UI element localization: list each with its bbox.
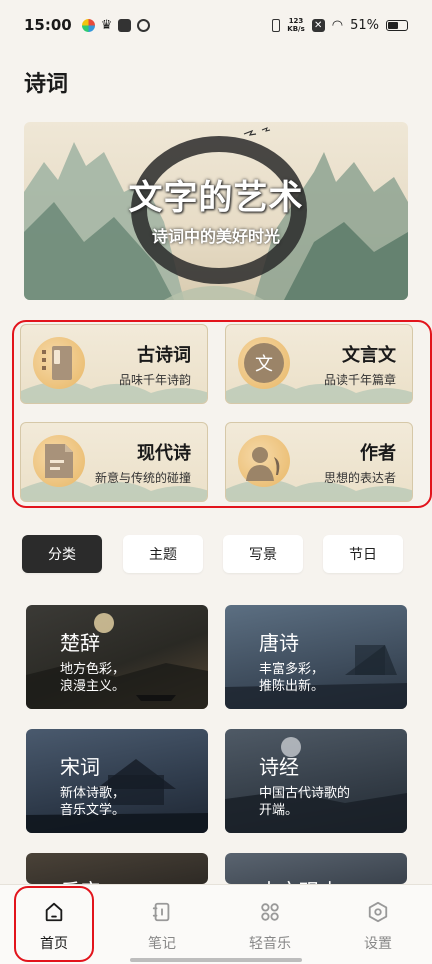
category-title: 宋词	[60, 755, 100, 779]
hero-banner[interactable]: 文字的艺术 诗词中的美好时光	[24, 122, 408, 300]
nav-label: 设置	[364, 936, 392, 952]
book-icon	[33, 337, 85, 389]
category-card-songci[interactable]: 宋词 新体诗歌， 音乐文学。	[26, 729, 208, 833]
status-bar: 15:00 ♛ 123 KB/s ✕ ◠ 51%	[0, 0, 432, 50]
tab-festival[interactable]: 节日	[323, 535, 403, 573]
category-desc-line: 浪漫主义。	[60, 679, 126, 694]
nav-label: 轻音乐	[249, 936, 291, 952]
network-speed-unit: KB/s	[287, 25, 305, 33]
category-desc: 中国古代诗歌的 开端。	[259, 785, 399, 819]
category-desc-line: 开端。	[259, 803, 299, 818]
category-desc-line: 丰富多彩，	[259, 662, 325, 677]
battery-icon	[386, 19, 408, 31]
feature-card-classical-poetry[interactable]: 古诗词 品味千年诗韵	[20, 324, 208, 404]
category-title: 乐府	[60, 875, 100, 884]
crown-icon: ♛	[100, 17, 113, 33]
tab-theme[interactable]: 主题	[123, 535, 203, 573]
sim-x-icon: ✕	[311, 18, 325, 32]
category-desc-line: 地方色彩，	[60, 662, 126, 677]
feature-title: 作者	[360, 443, 396, 464]
feature-title: 现代诗	[137, 443, 191, 464]
banner-title: 文字的艺术	[128, 178, 304, 218]
category-title: 楚辞	[60, 631, 100, 655]
category-card-chuci[interactable]: 楚辞 地方色彩， 浪漫主义。	[26, 605, 208, 709]
category-desc-line: 中国古代诗歌的	[259, 786, 351, 801]
feature-desc: 思想的表达者	[323, 471, 396, 485]
wen-character-icon: 文	[238, 337, 290, 389]
network-speed: 123 KB/s	[287, 17, 304, 33]
category-desc: 新体诗歌， 音乐文学。	[60, 785, 200, 819]
notebook-icon	[152, 902, 170, 922]
category-title: 诗经	[259, 755, 299, 779]
nav-label: 笔记	[148, 936, 176, 952]
tab-scenery[interactable]: 写景	[223, 535, 303, 573]
feature-card-authors[interactable]: 作者 思想的表达者	[225, 422, 413, 502]
battery-percent: 51%	[350, 17, 379, 33]
category-title: 古文观止	[259, 875, 339, 884]
category-card-yuefu[interactable]: 乐府	[26, 853, 208, 884]
nav-item-light-music[interactable]: 轻音乐	[216, 885, 324, 964]
status-time: 15:00	[24, 16, 72, 34]
feature-title: 文言文	[342, 345, 396, 366]
category-desc: 地方色彩， 浪漫主义。	[60, 661, 200, 695]
author-quill-icon	[238, 435, 290, 487]
settings-hexagon-icon	[368, 901, 388, 923]
feature-card-classical-prose[interactable]: 文 文言文 品读千年篇章	[225, 324, 413, 404]
wifi-icon: ◠	[331, 17, 344, 33]
page-title: 诗词	[24, 72, 69, 97]
category-card-shijing[interactable]: 诗经 中国古代诗歌的 开端。	[225, 729, 407, 833]
category-desc-line: 音乐文学。	[60, 803, 126, 818]
category-desc-line: 新体诗歌，	[60, 786, 126, 801]
banner-subtitle: 诗词中的美好时光	[151, 227, 280, 246]
category-title: 唐诗	[259, 631, 299, 655]
category-card-guwenguanzhi[interactable]: 古文观止	[225, 853, 407, 884]
feature-card-modern-poetry[interactable]: 现代诗 新意与传统的碰撞	[20, 422, 208, 502]
play-store-icon	[118, 18, 132, 32]
feature-title: 古诗词	[137, 345, 191, 366]
category-desc-line: 推陈出新。	[259, 679, 325, 694]
link-app-icon	[137, 18, 151, 32]
vibrate-icon	[272, 18, 281, 32]
feature-desc: 品味千年诗韵	[118, 373, 191, 387]
gesture-home-indicator	[130, 958, 302, 962]
category-card-tangshi[interactable]: 唐诗 丰富多彩， 推陈出新。	[225, 605, 407, 709]
app-notification-icon	[81, 18, 95, 32]
home-nav-highlight	[14, 886, 94, 962]
category-tabs: 分类 主题 写景 节日	[22, 535, 408, 575]
feature-desc: 新意与传统的碰撞	[94, 471, 191, 485]
document-icon	[33, 435, 85, 487]
music-grid-icon	[261, 903, 279, 921]
nav-item-notes[interactable]: 笔记	[108, 885, 216, 964]
tab-classification[interactable]: 分类	[22, 535, 102, 573]
network-speed-value: 123	[288, 17, 304, 25]
category-desc: 丰富多彩， 推陈出新。	[259, 661, 399, 695]
feature-desc: 品读千年篇章	[323, 373, 396, 387]
wen-glyph: 文	[244, 343, 284, 383]
nav-item-settings[interactable]: 设置	[324, 885, 432, 964]
